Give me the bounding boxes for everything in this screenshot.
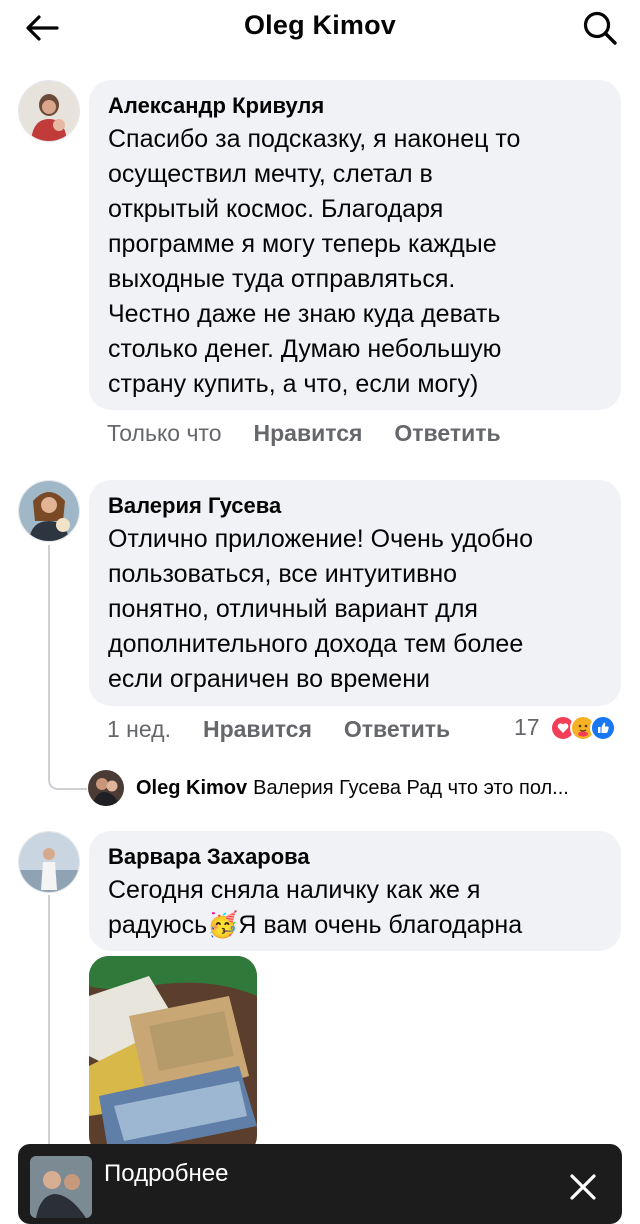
comment-bubble: Варвара Захарова Сегодня сняла наличку к… — [89, 831, 621, 951]
search-icon — [583, 11, 617, 45]
reply-author[interactable]: Oleg Kimov — [136, 777, 247, 800]
comment-bubble: Александр Кривуля Спасибо за подсказку, … — [89, 80, 621, 410]
close-icon — [570, 1174, 596, 1200]
avatar[interactable] — [18, 831, 80, 893]
party-emoji: 🥳 — [207, 911, 239, 939]
banner-label: Подробнее — [104, 1160, 229, 1187]
reaction-count: 17 — [514, 714, 540, 740]
more-info-banner[interactable]: Подробнее — [18, 1144, 622, 1224]
comment-author[interactable]: Варвара Захарова — [108, 843, 603, 871]
thread-line — [48, 895, 50, 1155]
comment-bubble: Валерия Гусева Отлично приложение! Очень… — [89, 480, 621, 706]
comment-time[interactable]: Только что — [107, 420, 222, 447]
page-title: Oleg Kimov — [243, 10, 397, 40]
comment-time[interactable]: 1 нед. — [107, 716, 171, 743]
thread-connector — [48, 765, 87, 790]
like-link[interactable]: Нравится — [254, 420, 363, 447]
search-button[interactable] — [578, 6, 622, 50]
comment-photo[interactable] — [89, 956, 257, 1156]
like-link[interactable]: Нравится — [203, 716, 312, 743]
reply-link[interactable]: Ответить — [344, 716, 450, 743]
reply-link[interactable]: Ответить — [394, 420, 500, 447]
close-button[interactable] — [566, 1170, 600, 1204]
avatar[interactable] — [18, 80, 80, 142]
comment-author[interactable]: Валерия Гусева — [108, 492, 603, 520]
like-icon — [589, 714, 616, 741]
comment-text: Отлично приложение! Очень удобно пользов… — [108, 525, 534, 693]
avatar[interactable] — [18, 480, 80, 542]
comment-author[interactable]: Александр Кривуля — [108, 92, 603, 120]
comment-actions: Только что Нравится Ответить — [107, 420, 533, 447]
thread-line — [48, 545, 50, 771]
reaction-summary[interactable]: 17 — [514, 714, 616, 741]
comment-text: Сегодня сняла наличку как же я радуюсь🥳Я… — [108, 876, 523, 939]
banner-thumbnail — [30, 1156, 92, 1218]
avatar — [88, 770, 124, 806]
reply-preview[interactable]: Oleg Kimov Валерия Гусева Рад что это по… — [88, 770, 569, 806]
top-bar: Oleg Kimov — [0, 0, 640, 56]
comment-text: Спасибо за подсказку, я наконец то осуще… — [108, 125, 521, 398]
comment-actions: 1 нед. Нравится Ответить — [107, 716, 482, 743]
reply-text: Валерия Гусева Рад что это пол... — [253, 776, 569, 799]
